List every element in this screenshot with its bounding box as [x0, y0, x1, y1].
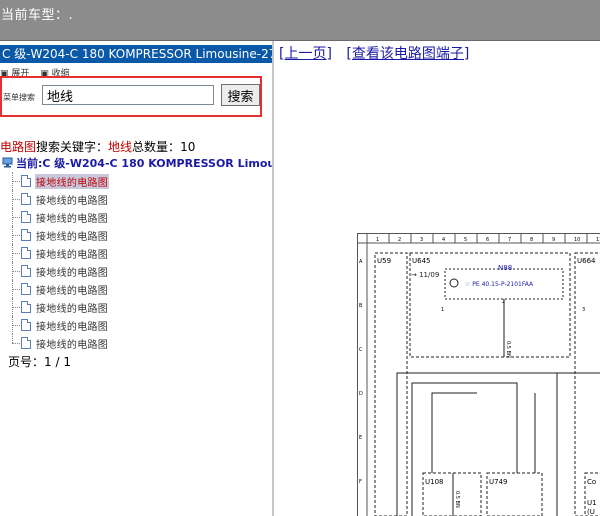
reference-label: → 11/09	[411, 271, 439, 279]
connector-reference: ☞ PE 40.15-P-2101FAA	[465, 281, 534, 288]
u645-label: U645	[412, 257, 430, 265]
page-current[interactable]: 1	[44, 355, 52, 369]
diagram-panel: [上一页] [查看该电路图端子] 1 2 3 4 5 6 7 8 9 10 11 A B C D E F U5…	[274, 41, 600, 516]
results-prefix: 电路图	[0, 140, 37, 154]
keyword-label: 搜索关键字：	[36, 140, 109, 154]
search-label: 菜单搜索	[3, 93, 35, 102]
u749-label: U749	[489, 478, 507, 486]
column-labels: 1 2 3 4 5 6 7 8 9 10 11	[366, 233, 600, 243]
u108-label: U108	[425, 478, 443, 486]
count-value: 10	[180, 140, 196, 154]
pager: 页号：1 / 1	[8, 355, 71, 369]
column-label: 1	[376, 237, 379, 243]
search-input[interactable]	[42, 85, 214, 105]
column-label: 3	[420, 237, 423, 243]
co-label: Co	[587, 478, 596, 486]
pager-label: 页号：	[8, 355, 45, 369]
tree-root[interactable]: 当前:C 级-W204-C 180 KOMPRESSOR Limousine-2…	[2, 155, 272, 171]
computer-icon	[2, 157, 13, 168]
document-icon	[21, 265, 31, 277]
column-label: 2	[398, 237, 401, 243]
document-icon	[21, 301, 31, 313]
column-label: 7	[508, 237, 511, 243]
document-icon	[21, 193, 31, 205]
wiring-diagram: 1 2 3 4 5 6 7 8 9 10 11 A B C D E F U59 U645 U664 → 11/…	[357, 233, 600, 516]
column-label: 11	[596, 237, 600, 243]
row-label: A	[359, 259, 363, 265]
view-pins-link[interactable]: [查看该电路图端子]	[346, 46, 469, 62]
search-button[interactable]: 搜索	[221, 84, 260, 106]
tree-title: C 级-W204-C 180 KOMPRESSOR Limousine-271	[0, 45, 272, 63]
current-vehicle-label: 当前车型：.	[1, 8, 74, 23]
column-label: 10	[574, 237, 580, 243]
u59-label: U59	[377, 257, 391, 265]
u1-label: U1	[587, 499, 597, 507]
row-label: D	[359, 391, 363, 397]
search-box: 菜单搜索 搜索	[0, 76, 262, 117]
u664-label: U664	[577, 257, 596, 265]
document-icon	[21, 211, 31, 223]
row-label: B	[359, 303, 363, 309]
row-labels: A B C D E F	[359, 259, 363, 485]
pin3-label: 3	[582, 307, 585, 313]
wire-label: 0.5 BN	[454, 491, 460, 508]
keyword-value: 地线	[108, 140, 133, 154]
document-icon	[21, 229, 31, 241]
column-label: 5	[464, 237, 467, 243]
prev-page-link[interactable]: [上一页]	[279, 46, 332, 62]
column-label: 9	[552, 237, 555, 243]
search-results-summary: 电路图搜索关键字：地线总数量：10	[0, 138, 195, 155]
document-icon	[21, 283, 31, 295]
document-icon	[21, 175, 31, 187]
row-label: C	[359, 347, 363, 353]
n88-label: N88	[498, 264, 512, 272]
document-icon	[21, 319, 31, 331]
count-label: 总数量：	[132, 140, 181, 154]
column-label: 6	[486, 237, 489, 243]
pin1-label: 1	[441, 307, 444, 313]
u-paren-label: (U	[587, 508, 595, 516]
nav-links: [上一页] [查看该电路图端子]	[279, 43, 479, 63]
row-label: E	[359, 435, 362, 441]
document-icon	[21, 247, 31, 259]
row-label: F	[359, 479, 362, 485]
title-bar: 当前车型：.	[0, 0, 600, 41]
column-label: 4	[442, 237, 445, 243]
column-label: 8	[530, 237, 533, 243]
tree-root-label: 当前:C 级-W204-C 180 KOMPRESSOR Limousine-2…	[16, 157, 272, 170]
left-panel: C 级-W204-C 180 KOMPRESSOR Limousine-271 …	[0, 41, 274, 516]
wire-label: 0.5 BN	[505, 341, 511, 358]
page-total: 1	[63, 355, 71, 369]
document-icon	[21, 337, 31, 349]
